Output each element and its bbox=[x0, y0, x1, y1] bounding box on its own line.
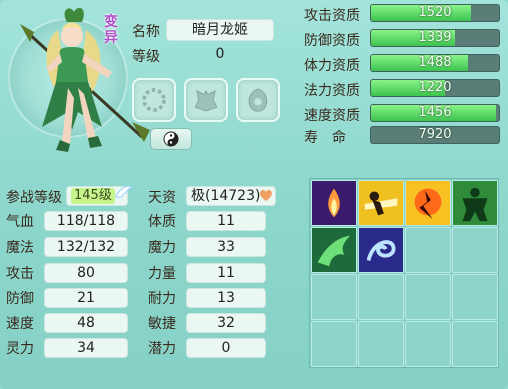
stat-label-agility: 敏捷 bbox=[148, 316, 176, 332]
skill-slot-empty[interactable] bbox=[405, 274, 451, 320]
stat-label-strength: 力量 bbox=[148, 266, 176, 282]
pet-name-field[interactable]: 暗月龙姬 bbox=[166, 19, 274, 41]
battle-level-value: 145级 bbox=[71, 188, 115, 204]
aptitude-value-defense: 1339 bbox=[418, 30, 452, 45]
stat-value-attack: 80 bbox=[44, 263, 128, 283]
stat-value-strength: 11 bbox=[186, 263, 266, 283]
green-strength-icon bbox=[453, 181, 497, 225]
aptitude-label-stamina: 体力资质 bbox=[304, 58, 360, 74]
equip-slot-collar[interactable] bbox=[132, 78, 176, 122]
stat-value-magic: 33 bbox=[186, 237, 266, 257]
skill-slot-empty[interactable] bbox=[452, 227, 498, 273]
skill-slot-1[interactable] bbox=[311, 180, 357, 226]
aptitude-bar-defense: 1339 bbox=[370, 29, 500, 47]
aptitude-label-attack: 攻击资质 bbox=[304, 8, 360, 24]
stat-label-constitution: 体质 bbox=[148, 214, 176, 230]
aptitude-bar-stamina: 1488 bbox=[370, 54, 500, 72]
aptitude-label-defense: 防御资质 bbox=[304, 33, 360, 49]
yin-yang-button[interactable] bbox=[150, 128, 192, 150]
skill-slot-empty[interactable] bbox=[311, 274, 357, 320]
name-label: 名称 bbox=[132, 24, 160, 40]
wing-icon bbox=[115, 185, 134, 198]
fire-strike-icon bbox=[406, 181, 450, 225]
stat-label-speed: 速度 bbox=[6, 316, 34, 332]
skill-slot-3[interactable] bbox=[405, 180, 451, 226]
aptitude-value-mana: 1220 bbox=[418, 80, 452, 95]
skill-slot-empty[interactable] bbox=[405, 321, 451, 367]
aptitude-value-stamina: 1488 bbox=[418, 55, 452, 70]
stat-label-potential: 潜力 bbox=[148, 341, 176, 357]
stat-value-hp: 118/118 bbox=[44, 211, 128, 231]
life-label: 寿 命 bbox=[304, 130, 346, 146]
talent-label: 天资 bbox=[148, 190, 176, 206]
stat-value-defense: 21 bbox=[44, 288, 128, 308]
blue-whirl-icon bbox=[359, 228, 403, 272]
aptitude-value-speed: 1456 bbox=[418, 105, 452, 120]
skill-slot-5[interactable] bbox=[311, 227, 357, 273]
battle-level-label: 参战等级 bbox=[6, 190, 62, 206]
stat-value-spirit: 34 bbox=[44, 338, 128, 358]
level-label: 等级 bbox=[132, 49, 160, 65]
stat-value-endurance: 13 bbox=[186, 288, 266, 308]
stat-label-magic: 魔力 bbox=[148, 240, 176, 256]
stat-label-spirit: 灵力 bbox=[6, 341, 34, 357]
armor-icon bbox=[194, 89, 218, 112]
yin-yang-icon bbox=[163, 131, 179, 147]
stat-value-mp: 132/132 bbox=[44, 237, 128, 257]
stat-value-agility: 32 bbox=[186, 313, 266, 333]
stat-value-speed: 48 bbox=[44, 313, 128, 333]
skill-slot-empty[interactable] bbox=[311, 321, 357, 367]
aptitude-bar-speed: 1456 bbox=[370, 104, 500, 122]
stat-value-constitution: 11 bbox=[186, 211, 266, 231]
sect-badge: 变异 bbox=[104, 14, 118, 46]
stat-label-attack: 攻击 bbox=[6, 266, 34, 282]
aptitude-value-attack: 1520 bbox=[418, 5, 452, 20]
flame-pillar-icon bbox=[312, 181, 356, 225]
skill-slot-empty[interactable] bbox=[452, 321, 498, 367]
stat-label-mp: 魔法 bbox=[6, 240, 34, 256]
skill-slot-4[interactable] bbox=[452, 180, 498, 226]
aptitude-label-speed: 速度资质 bbox=[304, 108, 360, 124]
skill-slot-empty[interactable] bbox=[405, 227, 451, 273]
skill-slot-empty[interactable] bbox=[452, 274, 498, 320]
aptitude-bar-attack: 1520 bbox=[370, 4, 500, 22]
skill-slot-2[interactable] bbox=[358, 180, 404, 226]
stat-label-hp: 气血 bbox=[6, 214, 34, 230]
life-value: 7920 bbox=[418, 127, 452, 142]
stat-label-endurance: 耐力 bbox=[148, 291, 176, 307]
equip-slot-charm[interactable] bbox=[236, 78, 280, 122]
golden-strike-icon bbox=[359, 181, 403, 225]
skill-slot-empty[interactable] bbox=[358, 274, 404, 320]
collar-icon bbox=[142, 88, 166, 112]
skill-slot-6[interactable] bbox=[358, 227, 404, 273]
skill-grid bbox=[309, 178, 499, 368]
pet-level-value: 0 bbox=[215, 46, 225, 62]
charm-icon bbox=[248, 88, 268, 112]
life-bar: 7920 bbox=[370, 126, 500, 144]
aptitude-label-mana: 法力资质 bbox=[304, 83, 360, 99]
skill-slot-empty[interactable] bbox=[358, 321, 404, 367]
aptitude-bar-mana: 1220 bbox=[370, 79, 500, 97]
stat-label-defense: 防御 bbox=[6, 291, 34, 307]
equip-slot-armor[interactable] bbox=[184, 78, 228, 122]
green-dragon-icon bbox=[312, 228, 356, 272]
stat-value-potential: 0 bbox=[186, 338, 266, 358]
heart-icon[interactable] bbox=[258, 187, 274, 203]
